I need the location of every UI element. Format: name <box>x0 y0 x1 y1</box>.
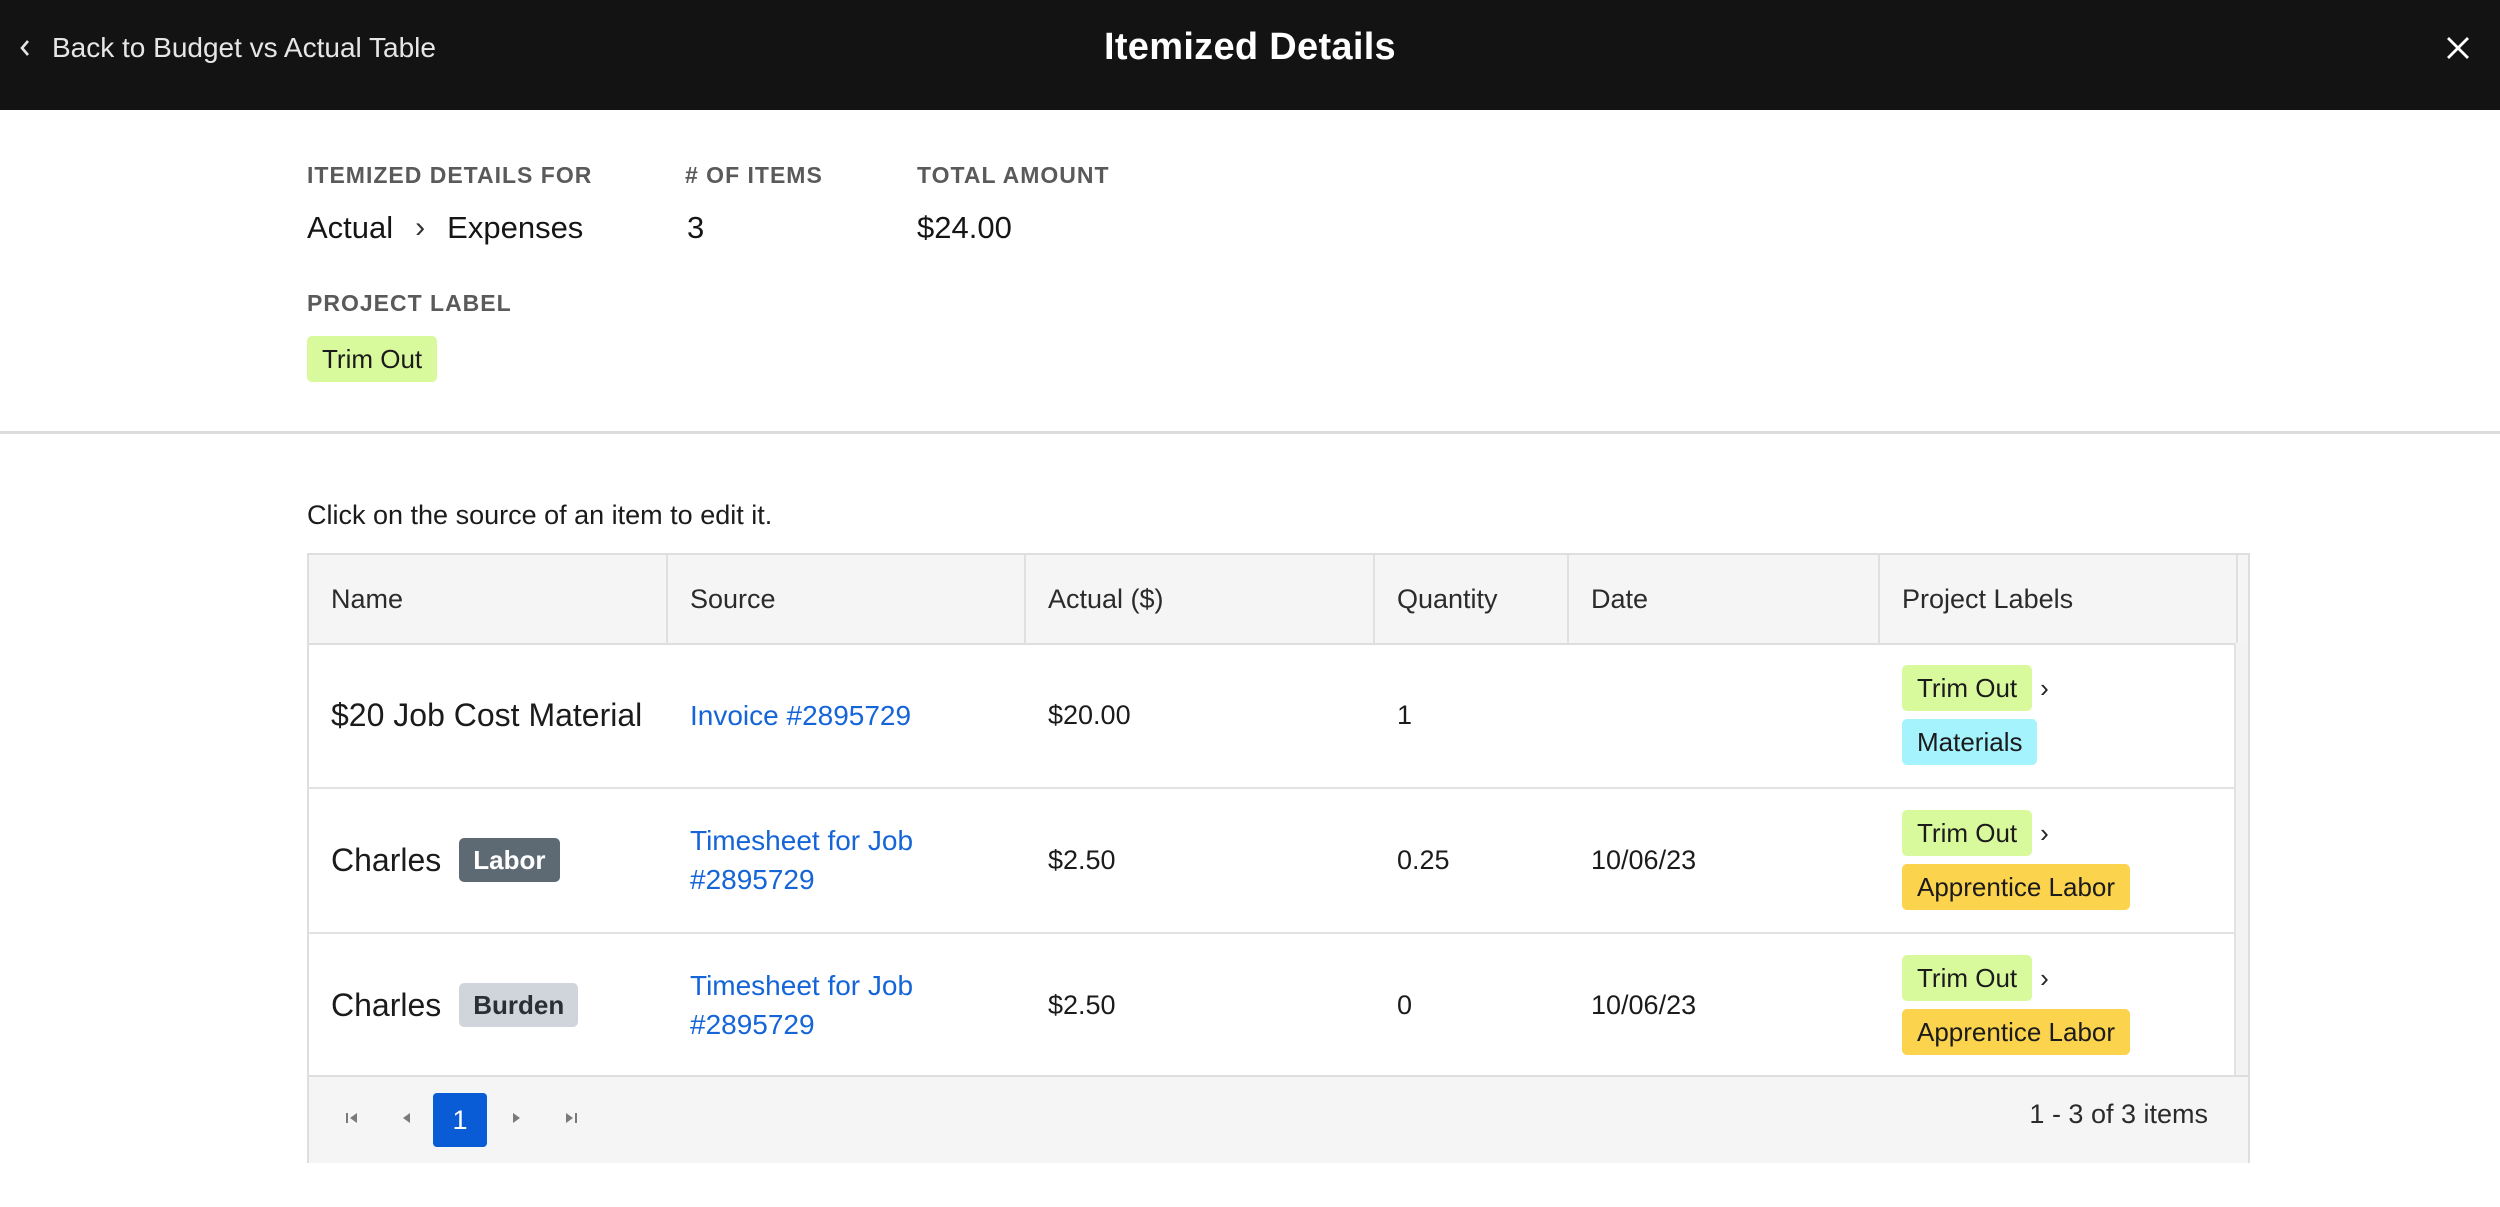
table-row: Charles Burden Timesheet for Job #289572… <box>309 933 2236 1079</box>
quantity-cell: 1 <box>1397 699 1413 730</box>
actual-cell: $20.00 <box>1048 699 1131 730</box>
name-cell: $20 Job Cost Material <box>309 643 668 787</box>
label-tag-trim-out: Trim Out <box>1902 810 2033 856</box>
label-tag-trim-out: Trim Out <box>1902 665 2033 711</box>
actual-cell: $2.50 <box>1048 844 1116 875</box>
project-labels-cell: Trim Out › Apprentice Labor <box>1880 788 2238 932</box>
next-page-button[interactable] <box>494 1097 540 1143</box>
previous-page-button[interactable] <box>383 1097 429 1143</box>
project-label-label: PROJECT LABEL <box>307 290 512 316</box>
table-scrollbar[interactable] <box>2234 643 2248 1075</box>
first-page-button[interactable] <box>329 1097 375 1143</box>
details-for-label: ITEMIZED DETAILS FOR <box>307 162 593 188</box>
date-cell: 10/06/23 <box>1591 844 1697 875</box>
page-1-button[interactable]: 1 <box>433 1093 487 1147</box>
burden-badge: Burden <box>459 983 579 1027</box>
source-link-line-2: #2895729 <box>690 864 815 895</box>
source-link-text: Invoice #2895729 <box>690 699 912 731</box>
chevron-right-icon: › <box>2040 672 2049 703</box>
label-path: Trim Out › <box>1902 665 2049 711</box>
label-path: Trim Out › <box>1902 810 2049 856</box>
section-divider <box>0 431 2500 434</box>
source-link[interactable]: Timesheet for Job #2895729 <box>690 966 913 1044</box>
pagination-bar: 1 1 - 3 of 3 items <box>309 1075 2248 1163</box>
project-label-tag-wrap: Trim Out <box>307 336 438 382</box>
column-header-project-labels[interactable]: Project Labels <box>1880 555 2238 643</box>
total-amount-value: $24.00 <box>917 210 1012 245</box>
name-cell: Charles Burden <box>309 933 668 1077</box>
source-cell: Invoice #2895729 <box>668 643 1026 787</box>
label-tag-trim-out: Trim Out <box>1902 955 2033 1001</box>
details-for-breadcrumb: Actual › Expenses <box>307 210 583 246</box>
pagination-info: 1 - 3 of 3 items <box>2029 1099 2208 1129</box>
items-count-value: 3 <box>687 210 705 245</box>
chevron-right-icon: › <box>2040 962 2049 993</box>
page-title: Itemized Details <box>1103 26 1396 68</box>
edit-hint-text: Click on the source of an item to edit i… <box>307 500 773 530</box>
table-row: Charles Labor Timesheet for Job #2895729… <box>309 788 2236 934</box>
source-link[interactable]: Timesheet for Job #2895729 <box>690 821 913 899</box>
summary-section: ITEMIZED DETAILS FOR Actual › Expenses #… <box>0 110 2500 432</box>
project-label-tag: Trim Out <box>307 336 438 382</box>
first-page-icon <box>343 1109 361 1132</box>
name-cell: Charles Labor <box>309 788 668 932</box>
source-cell: Timesheet for Job #2895729 <box>668 788 1026 932</box>
quantity-cell: 0 <box>1397 989 1413 1020</box>
item-name: Charles <box>331 841 442 878</box>
label-tag-apprentice-labor: Apprentice Labor <box>1902 864 2131 910</box>
label-tag-materials: Materials <box>1902 719 2038 765</box>
column-header-source[interactable]: Source <box>668 555 1026 643</box>
chevron-right-icon: › <box>2040 817 2049 848</box>
breadcrumb-item-expenses: Expenses <box>447 210 584 245</box>
itemized-table: Name Source Actual ($) Quantity Date Pro… <box>307 553 2250 1163</box>
project-labels-cell: Trim Out › Materials <box>1880 643 2238 787</box>
total-amount-label: TOTAL AMOUNT <box>917 162 1110 188</box>
source-link-line-2: #2895729 <box>690 1009 815 1040</box>
label-tag-apprentice-labor: Apprentice Labor <box>1902 1009 2131 1055</box>
labor-badge: Labor <box>459 838 560 882</box>
column-header-quantity[interactable]: Quantity <box>1375 555 1569 643</box>
column-header-actual[interactable]: Actual ($) <box>1026 555 1375 643</box>
quantity-cell: 0.25 <box>1397 844 1450 875</box>
table-row: $20 Job Cost Material Invoice #2895729 $… <box>309 643 2236 789</box>
last-page-icon <box>562 1109 580 1132</box>
source-cell: Timesheet for Job #2895729 <box>668 933 1026 1077</box>
source-link-line-1: Timesheet for Job <box>690 825 914 856</box>
date-cell <box>1569 643 1880 787</box>
item-name: $20 Job Cost Material <box>331 696 643 733</box>
source-link[interactable]: Invoice #2895729 <box>690 696 911 735</box>
items-count-label: # OF ITEMS <box>685 162 823 188</box>
label-path: Trim Out › <box>1902 955 2049 1001</box>
previous-page-icon <box>397 1109 415 1132</box>
source-link-line-1: Timesheet for Job <box>690 970 914 1001</box>
breadcrumb-item-actual: Actual <box>307 210 394 245</box>
next-page-icon <box>508 1109 526 1132</box>
date-cell: 10/06/23 <box>1591 989 1697 1020</box>
column-header-date[interactable]: Date <box>1569 555 1880 643</box>
column-header-name[interactable]: Name <box>309 555 668 643</box>
last-page-button[interactable] <box>548 1097 594 1143</box>
item-name: Charles <box>331 986 442 1023</box>
project-labels-cell: Trim Out › Apprentice Labor <box>1880 933 2238 1077</box>
actual-cell: $2.50 <box>1048 989 1116 1020</box>
chevron-right-icon: › <box>415 211 426 244</box>
top-bar: Back to Budget vs Actual Table Itemized … <box>0 0 2500 110</box>
table-header: Name Source Actual ($) Quantity Date Pro… <box>309 555 2248 645</box>
close-icon <box>2444 34 2472 67</box>
close-button[interactable] <box>2436 28 2480 72</box>
